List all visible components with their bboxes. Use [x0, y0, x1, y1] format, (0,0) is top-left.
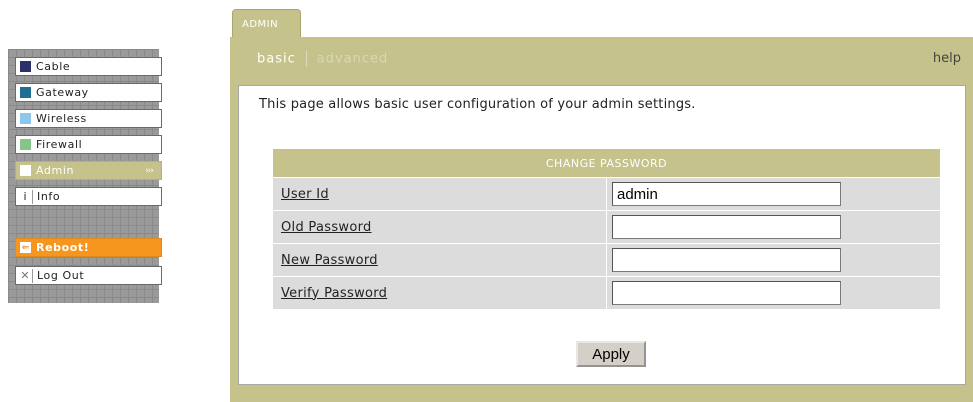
- form-row-new-password: New Password: [273, 243, 940, 276]
- subnav-basic-link[interactable]: basic: [257, 52, 296, 67]
- user-id-label[interactable]: User Id: [281, 187, 329, 202]
- subnav-divider: [305, 51, 307, 67]
- reboot-arrow-icon: ⇐: [20, 242, 31, 253]
- apply-button[interactable]: Apply: [576, 341, 646, 367]
- sidebar-item-firewall[interactable]: Firewall: [15, 135, 162, 154]
- logout-button[interactable]: ✕ Log Out: [15, 266, 162, 285]
- content-panel: This page allows basic user configuratio…: [238, 85, 966, 385]
- sidebar-item-label: Firewall: [36, 138, 83, 151]
- content-frame: This page allows basic user configuratio…: [230, 85, 973, 402]
- chevron-right-icon: ›››: [145, 165, 154, 176]
- reboot-button[interactable]: ⇐ Reboot!: [15, 238, 162, 257]
- form-row-old-password: Old Password: [273, 210, 940, 243]
- change-password-form: CHANGE PASSWORD User Id Old Password New…: [273, 149, 940, 309]
- logout-label: Log Out: [37, 269, 85, 282]
- old-password-field[interactable]: [612, 215, 841, 239]
- subnav-advanced-link[interactable]: advanced: [317, 52, 389, 67]
- sidebar-nav: Cable Gateway Wireless Firewall Admin ››…: [8, 49, 162, 303]
- column-divider: [606, 244, 607, 276]
- user-id-field[interactable]: [612, 182, 841, 206]
- wireless-color-swatch-icon: [20, 113, 31, 124]
- sidebar-item-cable[interactable]: Cable: [15, 57, 162, 76]
- admin-color-swatch-icon: [20, 165, 31, 176]
- verify-password-label[interactable]: Verify Password: [281, 286, 387, 301]
- page-description: This page allows basic user configuratio…: [259, 97, 696, 112]
- firewall-color-swatch-icon: [20, 139, 31, 150]
- sidebar-item-label: Cable: [36, 60, 71, 73]
- info-icon: i: [18, 189, 33, 204]
- subnav-links: basic advanced: [257, 51, 388, 67]
- form-row-verify-password: Verify Password: [273, 276, 940, 309]
- tab-admin[interactable]: ADMIN: [232, 9, 301, 37]
- sidebar-item-label: Gateway: [36, 86, 89, 99]
- column-divider: [606, 211, 607, 243]
- cable-color-swatch-icon: [20, 61, 31, 72]
- sidebar-item-label: Info: [37, 190, 61, 203]
- sidebar-item-admin[interactable]: Admin ›››: [15, 161, 162, 180]
- sidebar-item-label: Wireless: [36, 112, 87, 125]
- old-password-label[interactable]: Old Password: [281, 220, 372, 235]
- sidebar-item-wireless[interactable]: Wireless: [15, 109, 162, 128]
- close-icon: ✕: [18, 268, 33, 283]
- new-password-label[interactable]: New Password: [281, 253, 378, 268]
- new-password-field[interactable]: [612, 248, 841, 272]
- gateway-color-swatch-icon: [20, 87, 31, 98]
- form-header: CHANGE PASSWORD: [273, 149, 940, 177]
- tab-label: ADMIN: [242, 19, 279, 30]
- reboot-label: Reboot!: [36, 241, 90, 254]
- column-divider: [606, 178, 607, 210]
- sidebar-item-info[interactable]: i Info: [15, 187, 162, 206]
- sidebar-item-gateway[interactable]: Gateway: [15, 83, 162, 102]
- help-link[interactable]: help: [933, 51, 961, 66]
- column-divider: [606, 277, 607, 309]
- subnav-bar: basic advanced help: [230, 37, 973, 85]
- verify-password-field[interactable]: [612, 281, 841, 305]
- form-row-user-id: User Id: [273, 177, 940, 210]
- sidebar-item-label: Admin: [36, 164, 75, 177]
